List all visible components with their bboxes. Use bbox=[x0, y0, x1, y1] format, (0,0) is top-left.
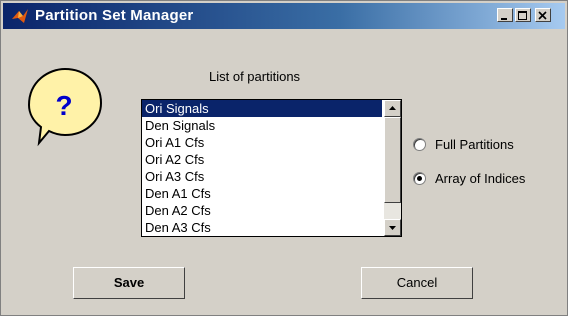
partition-listbox[interactable]: Ori Signals Den Signals Ori A1 Cfs Ori A… bbox=[141, 99, 402, 237]
save-button[interactable]: Save bbox=[73, 267, 185, 299]
scroll-down-button[interactable] bbox=[384, 219, 401, 236]
title-bar[interactable]: Partition Set Manager bbox=[3, 3, 565, 29]
arrow-down-icon bbox=[389, 226, 396, 230]
list-title: List of partitions bbox=[209, 69, 301, 84]
minimize-icon bbox=[501, 18, 507, 20]
partition-list-items: Ori Signals Den Signals Ori A1 Cfs Ori A… bbox=[142, 100, 382, 236]
list-scrollbar[interactable] bbox=[384, 100, 401, 236]
partition-set-manager-window: Partition Set Manager ? List of partitio… bbox=[0, 0, 568, 316]
list-item[interactable]: Den A3 Cfs bbox=[142, 219, 382, 236]
radio-dot bbox=[417, 176, 422, 181]
radio-unchecked-icon[interactable] bbox=[413, 138, 426, 151]
list-item[interactable]: Ori A3 Cfs bbox=[142, 168, 382, 185]
list-item[interactable]: Ori Signals bbox=[142, 100, 382, 117]
list-item[interactable]: Ori A2 Cfs bbox=[142, 151, 382, 168]
arrow-up-icon bbox=[389, 106, 396, 110]
radio-checked-icon[interactable] bbox=[413, 172, 426, 185]
list-item[interactable]: Den Signals bbox=[142, 117, 382, 134]
cancel-button[interactable]: Cancel bbox=[361, 267, 473, 299]
window-title: Partition Set Manager bbox=[35, 7, 194, 24]
maximize-button[interactable] bbox=[515, 8, 531, 22]
scroll-up-button[interactable] bbox=[384, 100, 401, 117]
list-item[interactable]: Den A2 Cfs bbox=[142, 202, 382, 219]
matlab-icon bbox=[12, 9, 28, 23]
list-item[interactable]: Den A1 Cfs bbox=[142, 185, 382, 202]
maximize-icon bbox=[518, 11, 527, 20]
list-item[interactable]: Ori A1 Cfs bbox=[142, 134, 382, 151]
scroll-thumb[interactable] bbox=[384, 117, 401, 203]
help-question-mark: ? bbox=[55, 90, 72, 121]
close-icon bbox=[538, 11, 547, 20]
array-of-indices-label: Array of Indices bbox=[435, 171, 526, 186]
help-bubble-icon[interactable]: ? bbox=[19, 63, 105, 149]
minimize-button[interactable] bbox=[497, 8, 513, 22]
close-button[interactable] bbox=[535, 8, 551, 22]
full-partitions-label: Full Partitions bbox=[435, 137, 514, 152]
